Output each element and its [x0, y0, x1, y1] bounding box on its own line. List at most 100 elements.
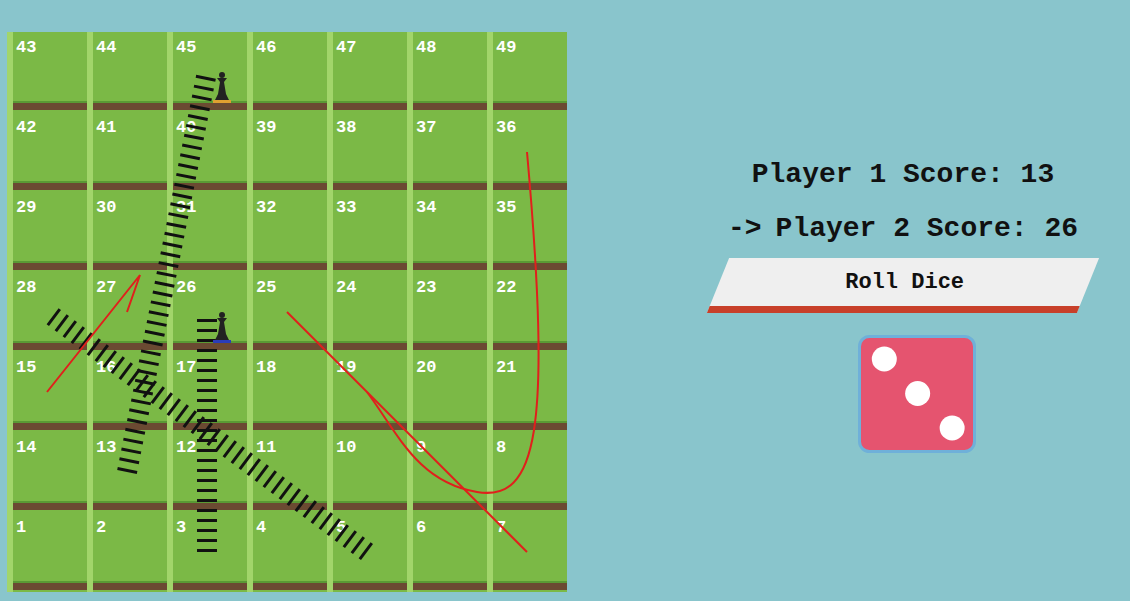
cell-number: 27 — [93, 272, 167, 298]
board-cell: 49 — [487, 32, 567, 112]
board-cell: 48 — [407, 32, 487, 112]
side-panel: Player 1 Score: 13 ->Player 2 Score: 26 Ro… — [703, 0, 1103, 601]
board-cell: 24 — [327, 272, 407, 352]
cell-number: 45 — [173, 32, 247, 58]
cell-number: 6 — [413, 512, 487, 538]
cell-number: 32 — [253, 192, 327, 218]
turn-marker: -> — [728, 212, 762, 246]
player-score: ->Player 2 Score: 26 — [728, 212, 1078, 246]
board-cell: 5 — [327, 512, 407, 592]
cell-number: 48 — [413, 32, 487, 58]
cell-number: 30 — [93, 192, 167, 218]
board-cell: 9 — [407, 432, 487, 512]
board-cell: 41 — [87, 112, 167, 192]
cell-number: 12 — [173, 432, 247, 458]
cell-number: 28 — [13, 272, 87, 298]
board-cell: 20 — [407, 352, 487, 432]
snake — [367, 152, 539, 493]
cell-number: 9 — [413, 432, 487, 458]
cell-number: 17 — [173, 352, 247, 378]
board-cell: 4 — [247, 512, 327, 592]
cell-number: 47 — [333, 32, 407, 58]
board-cell: 34 — [407, 192, 487, 272]
cell-number: 37 — [413, 112, 487, 138]
cell-number: 21 — [493, 352, 567, 378]
dice-icon[interactable] — [858, 335, 976, 453]
board-cell: 43 — [7, 32, 87, 112]
cell-number: 42 — [13, 112, 87, 138]
board-cell: 33 — [327, 192, 407, 272]
board-cell: 44 — [87, 32, 167, 112]
board-cell: 2 — [87, 512, 167, 592]
cell-number: 41 — [93, 112, 167, 138]
cell-number: 15 — [13, 352, 87, 378]
board-cell: 35 — [487, 192, 567, 272]
board-cell: 12 — [167, 432, 247, 512]
cell-number: 46 — [253, 32, 327, 58]
cell-number: 1 — [13, 512, 87, 538]
board-cell: 10 — [327, 432, 407, 512]
player-piece-icon — [213, 312, 231, 343]
cell-number: 49 — [493, 32, 567, 58]
board-cell: 18 — [247, 352, 327, 432]
cell-number: 11 — [253, 432, 327, 458]
cell-number: 29 — [13, 192, 87, 218]
board-cell: 17 — [167, 352, 247, 432]
cell-number: 18 — [253, 352, 327, 378]
cell-number: 39 — [253, 112, 327, 138]
board-cell: 8 — [487, 432, 567, 512]
ladder — [127, 72, 207, 472]
cell-number: 35 — [493, 192, 567, 218]
game-screen: 4344454647484942414039383736293031323334… — [0, 0, 1130, 601]
roll-dice-button[interactable]: Roll Dice — [707, 258, 1099, 313]
cell-number: 10 — [333, 432, 407, 458]
player-score: Player 1 Score: 13 — [752, 158, 1054, 192]
board-cell: 37 — [407, 112, 487, 192]
cell-number: 16 — [93, 352, 167, 378]
board-cell: 29 — [7, 192, 87, 272]
board-overlay — [7, 32, 567, 592]
board-cell: 15 — [7, 352, 87, 432]
cell-number: 38 — [333, 112, 407, 138]
board-cell: 11 — [247, 432, 327, 512]
cell-number: 13 — [93, 432, 167, 458]
cell-number: 5 — [333, 512, 407, 538]
cell-number: 14 — [13, 432, 87, 458]
board-cell: 26 — [167, 272, 247, 352]
cell-number: 23 — [413, 272, 487, 298]
cell-number: 31 — [173, 192, 247, 218]
board-cell: 16 — [87, 352, 167, 432]
board-cell: 42 — [7, 112, 87, 192]
cell-number: 7 — [493, 512, 567, 538]
ladder — [197, 312, 217, 552]
board-cell: 40 — [167, 112, 247, 192]
board-cell: 39 — [247, 112, 327, 192]
cell-number: 44 — [93, 32, 167, 58]
board-cell: 45 — [167, 32, 247, 112]
cell-number: 3 — [173, 512, 247, 538]
board-cell: 23 — [407, 272, 487, 352]
board-cell: 28 — [7, 272, 87, 352]
cell-number: 24 — [333, 272, 407, 298]
board-cell: 25 — [247, 272, 327, 352]
cell-number: 4 — [253, 512, 327, 538]
board-cell: 46 — [247, 32, 327, 112]
cell-number: 40 — [173, 112, 247, 138]
board-cell: 21 — [487, 352, 567, 432]
board-cell: 22 — [487, 272, 567, 352]
cell-number: 25 — [253, 272, 327, 298]
cell-number: 22 — [493, 272, 567, 298]
cell-number: 19 — [333, 352, 407, 378]
board-cell: 14 — [7, 432, 87, 512]
board-cell: 13 — [87, 432, 167, 512]
board-cell: 19 — [327, 352, 407, 432]
cell-number: 34 — [413, 192, 487, 218]
board-cell: 38 — [327, 112, 407, 192]
player-piece-icon — [213, 72, 231, 103]
cell-number: 33 — [333, 192, 407, 218]
board-cell: 3 — [167, 512, 247, 592]
ladder — [47, 312, 367, 552]
board-cell: 6 — [407, 512, 487, 592]
board-cell: 27 — [87, 272, 167, 352]
snake — [47, 275, 140, 392]
